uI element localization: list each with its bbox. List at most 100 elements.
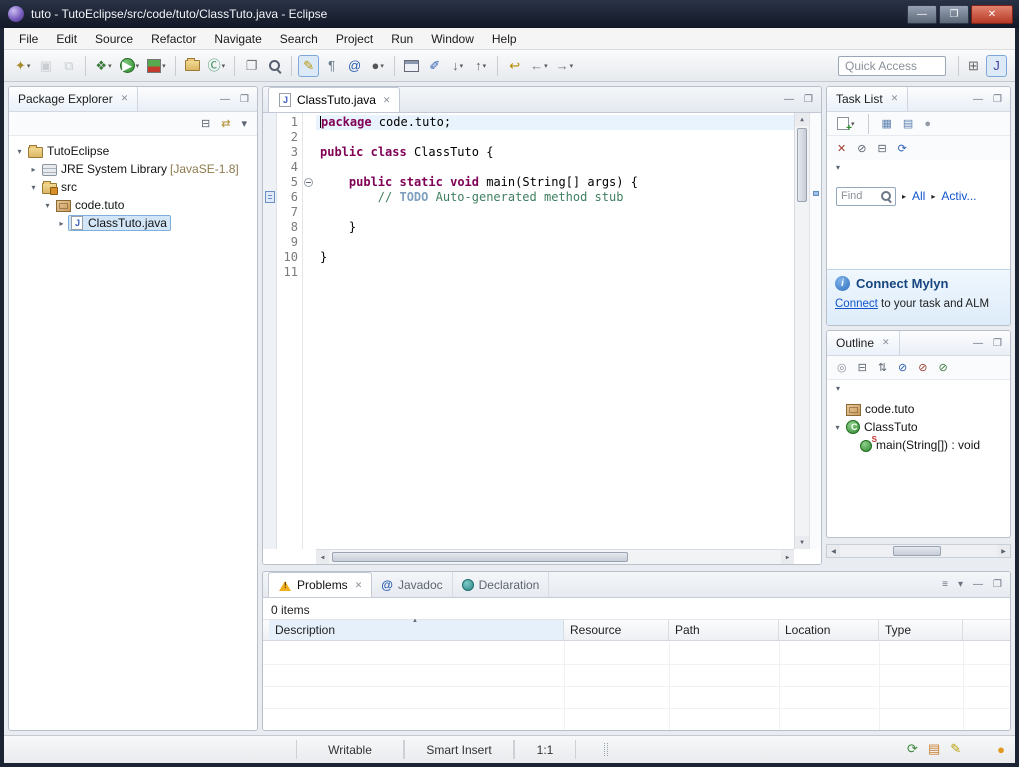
show-whitespace-button[interactable]: ¶ [321, 55, 342, 77]
code-line[interactable] [316, 205, 794, 220]
forward-button[interactable]: →▾ [553, 55, 577, 77]
presentation-menu-button[interactable]: ● [922, 117, 933, 131]
previous-annotation-button[interactable]: ↑▾ [470, 55, 491, 77]
editor-horizontal-scrollbar[interactable]: ◀ ▶ [316, 549, 794, 564]
right-column-scrollbar[interactable]: ◀ ▶ [826, 544, 1011, 558]
search-button[interactable] [264, 55, 285, 77]
code-line[interactable]: package code.tuto; [316, 115, 794, 130]
code-line[interactable]: public class ClassTuto { [316, 145, 794, 160]
maximize-view-button[interactable]: ❐ [993, 94, 1002, 105]
hide-fields-button[interactable]: ⊘ [896, 360, 909, 375]
collapse-all-button[interactable]: ⊟ [875, 141, 888, 156]
close-icon[interactable]: ✕ [882, 337, 890, 348]
collapse-all-button[interactable]: ⊟ [199, 116, 212, 131]
tab-javadoc[interactable]: @Javadoc [372, 572, 452, 597]
coverage-button[interactable]: ▾ [144, 55, 169, 77]
java-perspective-button[interactable]: J [986, 55, 1007, 77]
menu-search[interactable]: Search [271, 30, 327, 48]
minimize-view-button[interactable]: — [973, 579, 983, 590]
open-console-button[interactable] [401, 55, 422, 77]
scroll-right-icon[interactable]: ▶ [997, 545, 1010, 557]
maximize-view-button[interactable]: ❐ [993, 579, 1002, 590]
new-wizard-button[interactable]: ✦▾ [12, 55, 33, 77]
synchronize-status-icon[interactable]: ⟳ [907, 741, 918, 757]
code-line[interactable] [316, 235, 794, 250]
maximize-view-button[interactable]: ❐ [993, 338, 1002, 349]
collapse-arrow-icon[interactable]: ▾ [831, 423, 844, 432]
maximize-view-button[interactable]: ❐ [240, 94, 249, 105]
help-book-status-icon[interactable]: ▤ [928, 741, 940, 757]
scroll-right-icon[interactable]: ▶ [781, 550, 794, 564]
status-splitter-handle[interactable] [604, 743, 608, 756]
menu-navigate[interactable]: Navigate [205, 30, 270, 48]
code-line[interactable] [316, 130, 794, 145]
focus-active-task-button[interactable]: ◎ [835, 360, 849, 375]
code-line[interactable]: } [316, 250, 794, 265]
horizontal-scrollbar-thumb[interactable] [332, 552, 628, 562]
tree-item-code-tuto[interactable]: ▾code.tuto [9, 196, 257, 214]
collapse-arrow-icon[interactable]: ▾ [41, 201, 54, 210]
window-close-button[interactable]: ✕ [971, 5, 1013, 24]
vertical-scrollbar-thumb[interactable] [797, 128, 807, 202]
column-type[interactable]: Type [879, 620, 963, 640]
run-button[interactable]: ▶▾ [117, 55, 143, 77]
tab-classtuto-java[interactable]: ClassTuto.java ✕ [268, 87, 400, 112]
code-line[interactable]: } [316, 220, 794, 235]
menu-edit[interactable]: Edit [47, 30, 86, 48]
open-type-button[interactable]: ❐ [241, 55, 262, 77]
notification-status-icon[interactable]: ● [997, 742, 1005, 757]
delete-task-button[interactable]: ✕ [835, 141, 848, 156]
column-description[interactable]: Description▲ [269, 620, 564, 640]
column-location[interactable]: Location [779, 620, 879, 640]
new-task-button[interactable]: ▾ [835, 116, 857, 131]
view-menu-icon[interactable]: ▾ [958, 579, 963, 590]
task-list-menu-chevron[interactable]: ▾ [827, 159, 1010, 175]
code-line[interactable] [316, 160, 794, 175]
menu-window[interactable]: Window [422, 30, 483, 48]
code-text-area[interactable]: package code.tuto; public class ClassTuto… [316, 113, 794, 549]
code-editor[interactable]: 1234567891011 package code.tuto;public c… [263, 113, 821, 564]
quick-access-input[interactable] [838, 56, 946, 76]
task-find-input[interactable] [837, 190, 879, 202]
scroll-down-icon[interactable]: ▼ [795, 536, 809, 549]
next-annotation-button[interactable]: ↓▾ [447, 55, 468, 77]
edit-status-icon[interactable]: ✎ [950, 741, 961, 757]
tree-item-classtuto[interactable]: ▾ClassTuto [827, 418, 1010, 436]
scheduled-presentation-button[interactable]: ▤ [901, 116, 915, 131]
menu-refactor[interactable]: Refactor [142, 30, 205, 48]
filters-icon[interactable]: ≡ [942, 579, 948, 590]
minimize-view-button[interactable]: — [220, 94, 230, 105]
close-icon[interactable]: ✕ [355, 580, 363, 591]
maximize-editor-button[interactable]: ❐ [804, 94, 813, 105]
tab-task-list[interactable]: Task List ✕ [827, 86, 908, 111]
mylyn-connect-link[interactable]: Connect [835, 298, 878, 310]
new-java-class-button[interactable]: Ⓒ▾ [205, 55, 229, 77]
outline-menu-chevron[interactable]: ▾ [827, 380, 1010, 396]
tree-item-code-tuto[interactable]: code.tuto [827, 400, 1010, 418]
collapse-fold-icon[interactable] [304, 178, 313, 187]
minimize-editor-button[interactable]: — [784, 94, 794, 105]
open-perspective-button[interactable]: ⊞ [963, 55, 984, 77]
debug-button[interactable]: ❖▾ [92, 55, 114, 77]
view-menu-button[interactable]: ▾ [239, 116, 249, 131]
column-resource[interactable]: Resource [564, 620, 669, 640]
collapse-arrow-icon[interactable]: ▾ [13, 147, 26, 156]
annotations-button[interactable]: ●▾ [367, 55, 388, 77]
task-scope-all-link[interactable]: All [912, 189, 925, 203]
tree-item-src[interactable]: ▾src [9, 178, 257, 196]
collapse-all-button[interactable]: ⊟ [856, 360, 869, 375]
tree-item-jre-system-library[interactable]: ▸JRE System Library[JavaSE-1.8] [9, 160, 257, 178]
open-javadoc-wizard-button[interactable]: @ [344, 55, 365, 77]
new-java-project-button[interactable] [182, 55, 203, 77]
expand-arrow-icon[interactable]: ▸ [55, 219, 68, 228]
menu-run[interactable]: Run [382, 30, 422, 48]
problems-table-body[interactable] [263, 642, 1010, 730]
tree-item-tutoeclipse[interactable]: ▾TutoEclipse [9, 142, 257, 160]
code-line[interactable]: // TODO Auto-generated method stub [316, 190, 794, 205]
last-edit-location-button[interactable]: ↩ [504, 55, 525, 77]
window-maximize-button[interactable]: ❐ [939, 5, 969, 24]
scrollbar-thumb[interactable] [893, 546, 941, 556]
minimize-view-button[interactable]: — [973, 338, 983, 349]
menu-help[interactable]: Help [483, 30, 526, 48]
block-selection-button[interactable]: ✐ [424, 55, 445, 77]
